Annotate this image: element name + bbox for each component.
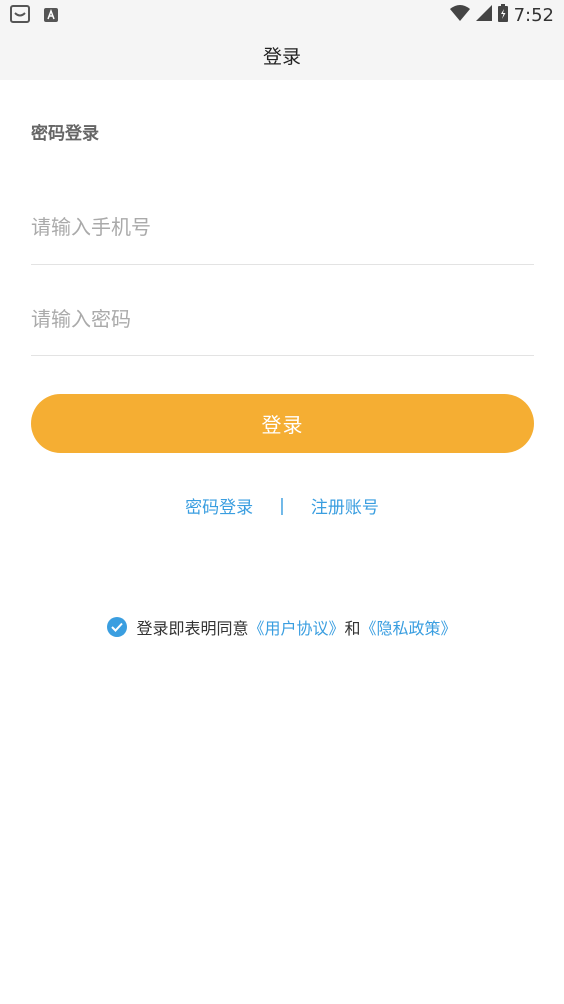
password-input[interactable] <box>31 283 534 356</box>
signal-icon <box>475 5 492 25</box>
agreement-and: 和 <box>344 619 361 638</box>
agreement-checkbox[interactable] <box>107 617 128 637</box>
notification-icon <box>10 5 30 27</box>
a-icon <box>44 7 58 26</box>
register-link[interactable]: 注册账号 <box>311 493 379 518</box>
wifi-icon <box>449 5 470 25</box>
page-title: 登录 <box>262 45 301 68</box>
link-separator: | <box>279 495 285 516</box>
privacy-policy-link[interactable]: 《隐私政策》 <box>361 615 457 639</box>
clock: 7:52 <box>513 4 554 26</box>
login-links: 密码登录 | 注册账号 <box>0 493 564 519</box>
section-title: 密码登录 <box>31 124 99 144</box>
login-button[interactable]: 登录 <box>31 394 534 453</box>
password-login-link[interactable]: 密码登录 <box>185 493 253 518</box>
agreement-prefix: 登录即表明同意 <box>136 619 249 638</box>
status-bar: 7:52 <box>0 0 564 30</box>
user-agreement-link[interactable]: 《用户协议》 <box>248 615 344 639</box>
phone-input[interactable] <box>31 190 534 265</box>
battery-icon <box>497 4 508 26</box>
check-icon <box>111 622 124 632</box>
title-bar: 登录 <box>0 30 564 80</box>
agreement-row: 登录即表明同意 《用户协议》 和 《隐私政策》 <box>0 615 564 639</box>
